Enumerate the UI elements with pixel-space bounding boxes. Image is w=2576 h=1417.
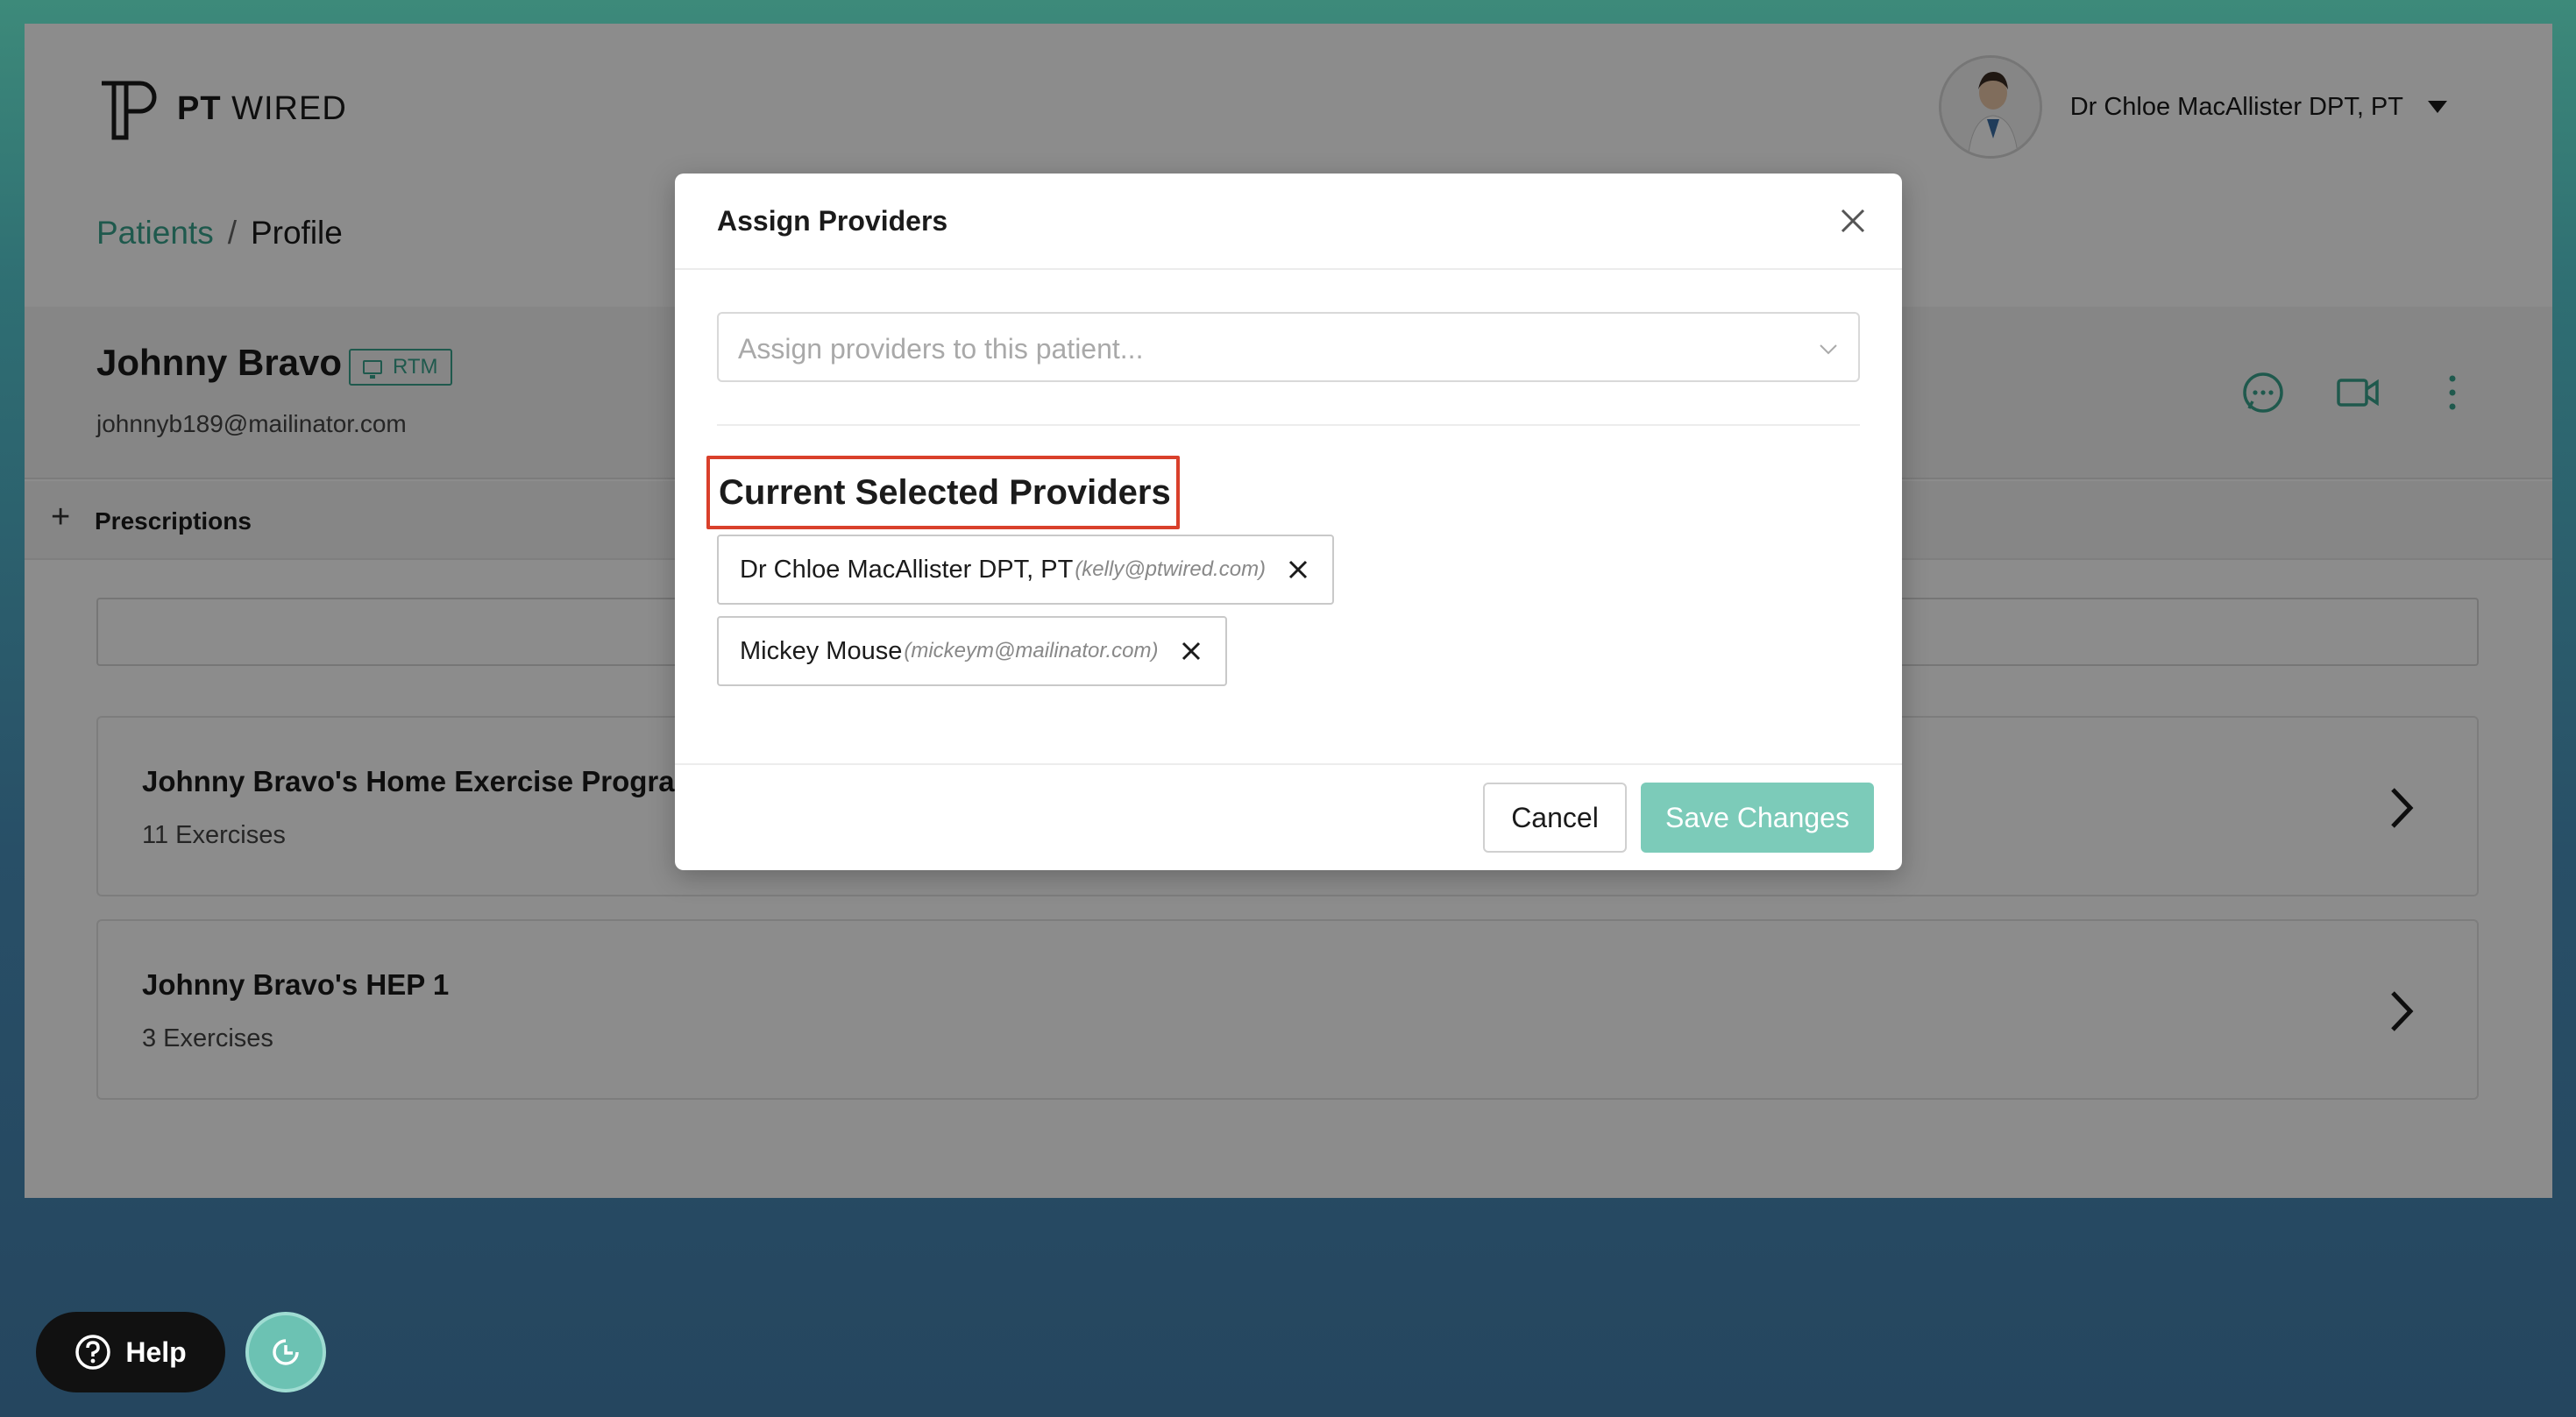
history-button[interactable] (245, 1312, 326, 1392)
chevron-down-icon[interactable] (1818, 338, 1839, 359)
modal-header: Assign Providers (675, 174, 1902, 270)
provider-select[interactable]: Assign providers to this patient... (717, 312, 1860, 382)
provider-chip: Dr Chloe MacAllister DPT, PT (kelly@ptwi… (717, 535, 1335, 605)
modal-footer: Cancel Save Changes (675, 763, 1902, 870)
assign-providers-modal: Assign Providers Assign providers to thi… (675, 174, 1902, 870)
provider-email: (kelly@ptwired.com) (1075, 557, 1267, 581)
help-label: Help (125, 1336, 187, 1368)
provider-name: Mickey Mouse (740, 636, 903, 665)
provider-chip: Mickey Mouse (mickeym@mailinator.com) (717, 616, 1227, 686)
provider-email: (mickeym@mailinator.com) (904, 639, 1159, 662)
cancel-button[interactable]: Cancel (1483, 783, 1627, 853)
remove-provider-icon[interactable] (1285, 556, 1311, 583)
divider (717, 424, 1860, 426)
provider-name: Dr Chloe MacAllister DPT, PT (740, 555, 1074, 584)
section-highlight: Current Selected Providers (706, 456, 1180, 529)
provider-select-placeholder: Assign providers to this patient... (738, 333, 1144, 365)
section-title: Current Selected Providers (719, 473, 1171, 512)
remove-provider-icon[interactable] (1178, 638, 1204, 664)
close-icon[interactable] (1835, 203, 1870, 238)
modal-title: Assign Providers (717, 205, 948, 237)
clock-icon (273, 1339, 299, 1365)
save-changes-button[interactable]: Save Changes (1641, 783, 1874, 853)
help-button[interactable]: Help (36, 1312, 225, 1392)
help-icon (75, 1335, 111, 1370)
